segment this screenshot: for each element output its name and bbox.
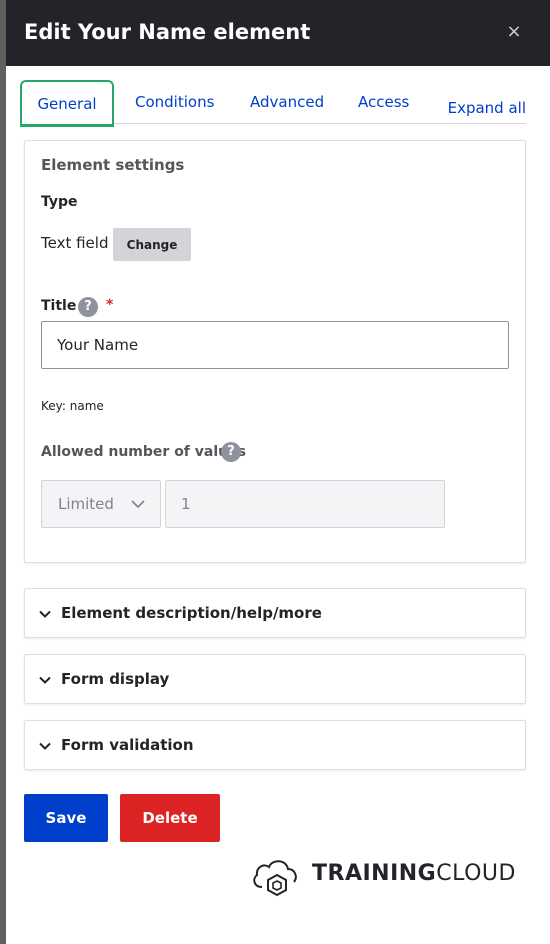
chevron-down-icon (39, 742, 51, 750)
expand-all-link[interactable]: Expand all (448, 99, 526, 117)
delete-button[interactable]: Delete (120, 794, 220, 842)
change-type-button[interactable]: Change (113, 228, 191, 261)
chevron-down-icon (39, 610, 51, 618)
allowed-values-label: Allowed number of values (41, 444, 246, 460)
left-edge (0, 0, 6, 944)
trainingcloud-logo: TRAININGCLOUD (250, 855, 515, 897)
section-form-display[interactable]: Form display (24, 654, 526, 704)
type-value: Text field (41, 234, 109, 252)
save-button[interactable]: Save (24, 794, 108, 842)
section-form-validation[interactable]: Form validation (24, 720, 526, 770)
type-label: Type (41, 194, 78, 210)
cardinality-select-value: Limited (58, 495, 114, 513)
close-icon[interactable]: × (504, 22, 524, 42)
help-icon[interactable]: ? (78, 297, 98, 317)
logo-wordmark-light: CLOUD (436, 861, 516, 886)
machine-key-text: Key: name (41, 399, 104, 413)
cardinality-select[interactable]: Limited (41, 480, 161, 528)
title-label: Title (41, 298, 77, 314)
logo-wordmark: TRAININGCLOUD (312, 861, 516, 886)
section-label: Form display (61, 670, 170, 688)
section-element-description[interactable]: Element description/help/more (24, 588, 526, 638)
element-settings-heading: Element settings (41, 156, 185, 174)
dialog-titlebar: Edit Your Name element × (6, 0, 550, 66)
tab-advanced[interactable]: Advanced (250, 80, 324, 120)
section-label: Form validation (61, 736, 194, 754)
dialog-title: Edit Your Name element (24, 20, 311, 44)
tab-conditions[interactable]: Conditions (135, 80, 214, 120)
edit-element-dialog: Edit Your Name element × General Conditi… (0, 0, 550, 944)
cloud-logo-icon (253, 860, 297, 897)
section-label: Element description/help/more (61, 604, 322, 622)
logo-wordmark-bold: TRAINING (312, 861, 437, 886)
required-marker: * (106, 297, 114, 313)
chevron-down-icon (39, 676, 51, 684)
help-icon[interactable]: ? (221, 442, 241, 462)
cardinality-number-input[interactable] (165, 480, 445, 528)
element-settings-card: Element settings Type Text field Change … (24, 140, 526, 563)
title-input[interactable] (41, 321, 509, 369)
tab-access[interactable]: Access (358, 80, 409, 120)
chevron-down-icon (131, 500, 145, 509)
tab-general[interactable]: General (20, 80, 114, 127)
